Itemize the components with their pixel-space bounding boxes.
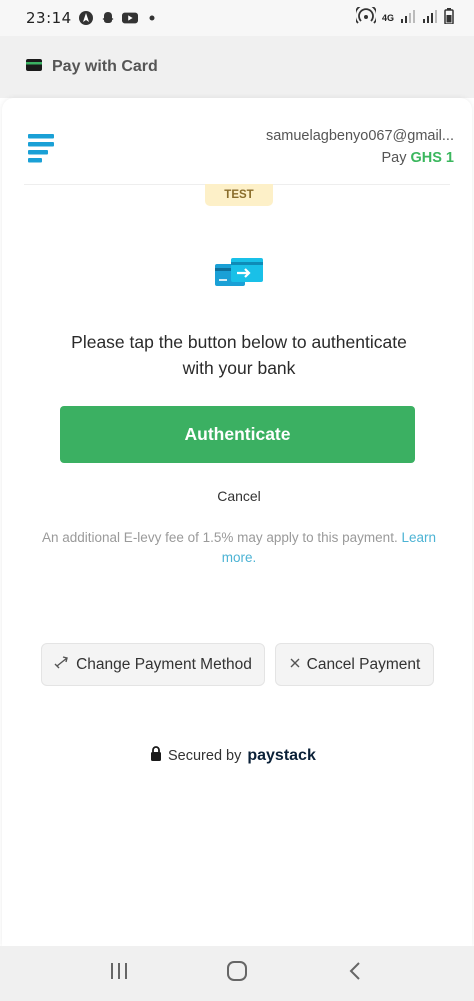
merchant-logo-icon	[28, 134, 56, 169]
header-title: Pay with Card	[52, 58, 158, 75]
pay-amount-line: Pay GHS 1	[381, 150, 454, 166]
authenticate-button[interactable]: Authenticate	[60, 406, 415, 463]
test-mode-badge: TEST	[205, 184, 273, 206]
secured-by-label: Secured by	[168, 747, 242, 764]
status-time: 23:14	[26, 9, 72, 27]
network-type-label: 4G	[381, 12, 394, 23]
pay-amount: GHS 1	[410, 150, 454, 166]
cancel-payment-label: Cancel Payment	[306, 655, 421, 673]
bank-transfer-icon	[215, 258, 263, 295]
authentication-instructions: Please tap the button below to authentic…	[71, 332, 407, 378]
signal-strength-secondary-icon	[422, 9, 438, 27]
status-bar: 23:14 4G	[0, 0, 474, 36]
change-payment-method-label: Change Payment Method	[76, 655, 252, 673]
merchant-row: samuelagbenyo067@gmail... Pay GHS 1	[24, 126, 454, 186]
paystack-logo: paystack	[247, 746, 316, 764]
customer-email: samuelagbenyo067@gmail...	[265, 128, 454, 144]
secured-by-footer: Secured by paystack	[150, 746, 316, 765]
snapchat-icon	[100, 10, 116, 26]
cancel-payment-button[interactable]: Cancel Payment	[275, 643, 434, 686]
status-left: 23:14	[26, 9, 160, 27]
app-header: Pay with Card	[0, 36, 474, 98]
cancel-link[interactable]: Cancel	[189, 488, 289, 504]
home-icon	[226, 960, 248, 987]
lock-icon	[150, 746, 162, 765]
pay-prefix: Pay	[381, 150, 407, 166]
notification-dot-icon	[144, 10, 160, 26]
swap-icon	[54, 655, 70, 674]
card-icon	[26, 58, 42, 76]
change-payment-method-button[interactable]: Change Payment Method	[41, 643, 265, 686]
system-navigation-bar	[0, 946, 474, 1001]
back-icon	[348, 961, 362, 986]
navigation-app-icon	[78, 10, 94, 26]
status-right: 4G	[354, 3, 454, 29]
back-button[interactable]	[335, 954, 375, 994]
signal-strength-icon	[400, 9, 416, 27]
recent-apps-icon	[109, 962, 129, 985]
payment-panel: samuelagbenyo067@gmail... Pay GHS 1 TEST…	[2, 98, 472, 946]
e-levy-text: An additional E-levy fee of 1.5% may app…	[42, 530, 398, 545]
close-icon	[289, 656, 301, 674]
e-levy-notice: An additional E-levy fee of 1.5% may app…	[32, 528, 446, 568]
recent-apps-button[interactable]	[99, 954, 139, 994]
youtube-icon	[121, 10, 138, 26]
home-button[interactable]	[217, 954, 257, 994]
battery-icon	[444, 8, 454, 28]
hotspot-icon	[354, 3, 378, 29]
